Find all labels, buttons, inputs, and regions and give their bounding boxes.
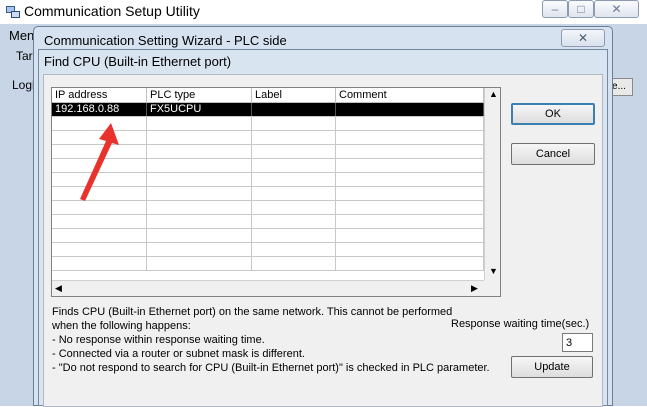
empty-cell bbox=[52, 257, 147, 270]
minimize-button[interactable]: – bbox=[542, 0, 568, 18]
empty-cell bbox=[147, 243, 252, 256]
empty-cell bbox=[336, 187, 484, 200]
empty-cell bbox=[336, 131, 484, 144]
empty-cell bbox=[336, 229, 484, 242]
empty-cell bbox=[336, 117, 484, 130]
description-text: Finds CPU (Built-in Ethernet port) on th… bbox=[52, 306, 490, 374]
cell-ip-address: 192.168.0.88 bbox=[52, 103, 147, 116]
ok-button[interactable]: OK bbox=[511, 103, 595, 125]
app-icon bbox=[6, 6, 20, 18]
empty-cell bbox=[252, 187, 336, 200]
scroll-right-icon[interactable]: ▶ bbox=[471, 283, 478, 294]
empty-cell bbox=[336, 201, 484, 214]
empty-cell bbox=[252, 131, 336, 144]
empty-cell bbox=[336, 243, 484, 256]
app-title-bar: Communication Setup Utility – □ ✕ bbox=[0, 0, 647, 24]
empty-cell bbox=[147, 201, 252, 214]
empty-cell bbox=[252, 229, 336, 242]
update-button[interactable]: Update bbox=[511, 356, 593, 378]
empty-cell bbox=[252, 159, 336, 172]
scroll-left-icon[interactable]: ◀ bbox=[55, 283, 62, 294]
vertical-scrollbar[interactable]: ▲ ▼ bbox=[484, 88, 500, 280]
empty-cell bbox=[52, 229, 147, 242]
empty-cell bbox=[147, 159, 252, 172]
table-row[interactable]: 192.168.0.88 FX5UCPU bbox=[52, 103, 484, 117]
column-header-label[interactable]: Label bbox=[252, 88, 336, 103]
horizontal-scrollbar[interactable]: ◀ ▶ bbox=[52, 280, 484, 296]
empty-cell bbox=[252, 117, 336, 130]
empty-cell bbox=[336, 159, 484, 172]
empty-cell bbox=[252, 257, 336, 270]
column-header-comment[interactable]: Comment bbox=[336, 88, 484, 103]
cell-comment bbox=[336, 103, 484, 116]
annotation-arrow-shape bbox=[80, 123, 119, 201]
empty-cell bbox=[336, 257, 484, 270]
cell-plc-type: FX5UCPU bbox=[147, 103, 252, 116]
empty-cell bbox=[147, 229, 252, 242]
empty-cell bbox=[52, 215, 147, 228]
maximize-button[interactable]: □ bbox=[568, 0, 594, 18]
empty-cell bbox=[147, 145, 252, 158]
response-time-input[interactable] bbox=[562, 333, 593, 352]
cancel-button[interactable]: Cancel bbox=[511, 143, 595, 165]
column-header-ip[interactable]: IP address bbox=[52, 88, 147, 103]
empty-cell bbox=[336, 215, 484, 228]
empty-table-row bbox=[52, 215, 484, 229]
empty-cell bbox=[147, 131, 252, 144]
annotation-arrow-icon bbox=[80, 123, 119, 201]
response-time-label: Response waiting time(sec.) bbox=[451, 318, 590, 330]
wizard-title: Communication Setting Wizard - PLC side bbox=[44, 33, 287, 48]
empty-cell bbox=[252, 215, 336, 228]
empty-table-row bbox=[52, 229, 484, 243]
empty-cell bbox=[252, 145, 336, 158]
empty-table-row bbox=[52, 243, 484, 257]
empty-cell bbox=[147, 257, 252, 270]
app-title: Communication Setup Utility bbox=[24, 3, 200, 19]
scroll-up-icon[interactable]: ▲ bbox=[489, 89, 498, 99]
wizard-close-button[interactable]: ✕ bbox=[561, 29, 605, 47]
scroll-down-icon[interactable]: ▼ bbox=[489, 266, 498, 276]
dialog-title: Find CPU (Built-in Ethernet port) bbox=[44, 54, 232, 69]
empty-cell bbox=[147, 117, 252, 130]
empty-cell bbox=[336, 173, 484, 186]
empty-cell bbox=[147, 173, 252, 186]
empty-cell bbox=[252, 243, 336, 256]
empty-cell bbox=[336, 145, 484, 158]
empty-cell bbox=[147, 215, 252, 228]
scroll-corner bbox=[484, 280, 500, 296]
app-close-button[interactable]: ✕ bbox=[594, 0, 639, 18]
empty-cell bbox=[147, 187, 252, 200]
app-login-label: Logi bbox=[12, 78, 35, 92]
empty-table-row bbox=[52, 201, 484, 215]
app-menu-bar[interactable]: Men bbox=[9, 28, 34, 43]
empty-cell bbox=[252, 201, 336, 214]
column-header-plc-type[interactable]: PLC type bbox=[147, 88, 252, 103]
empty-table-row bbox=[52, 257, 484, 271]
cell-label bbox=[252, 103, 336, 116]
app-tab[interactable]: Tar bbox=[16, 49, 33, 63]
empty-cell bbox=[52, 243, 147, 256]
empty-cell bbox=[252, 173, 336, 186]
